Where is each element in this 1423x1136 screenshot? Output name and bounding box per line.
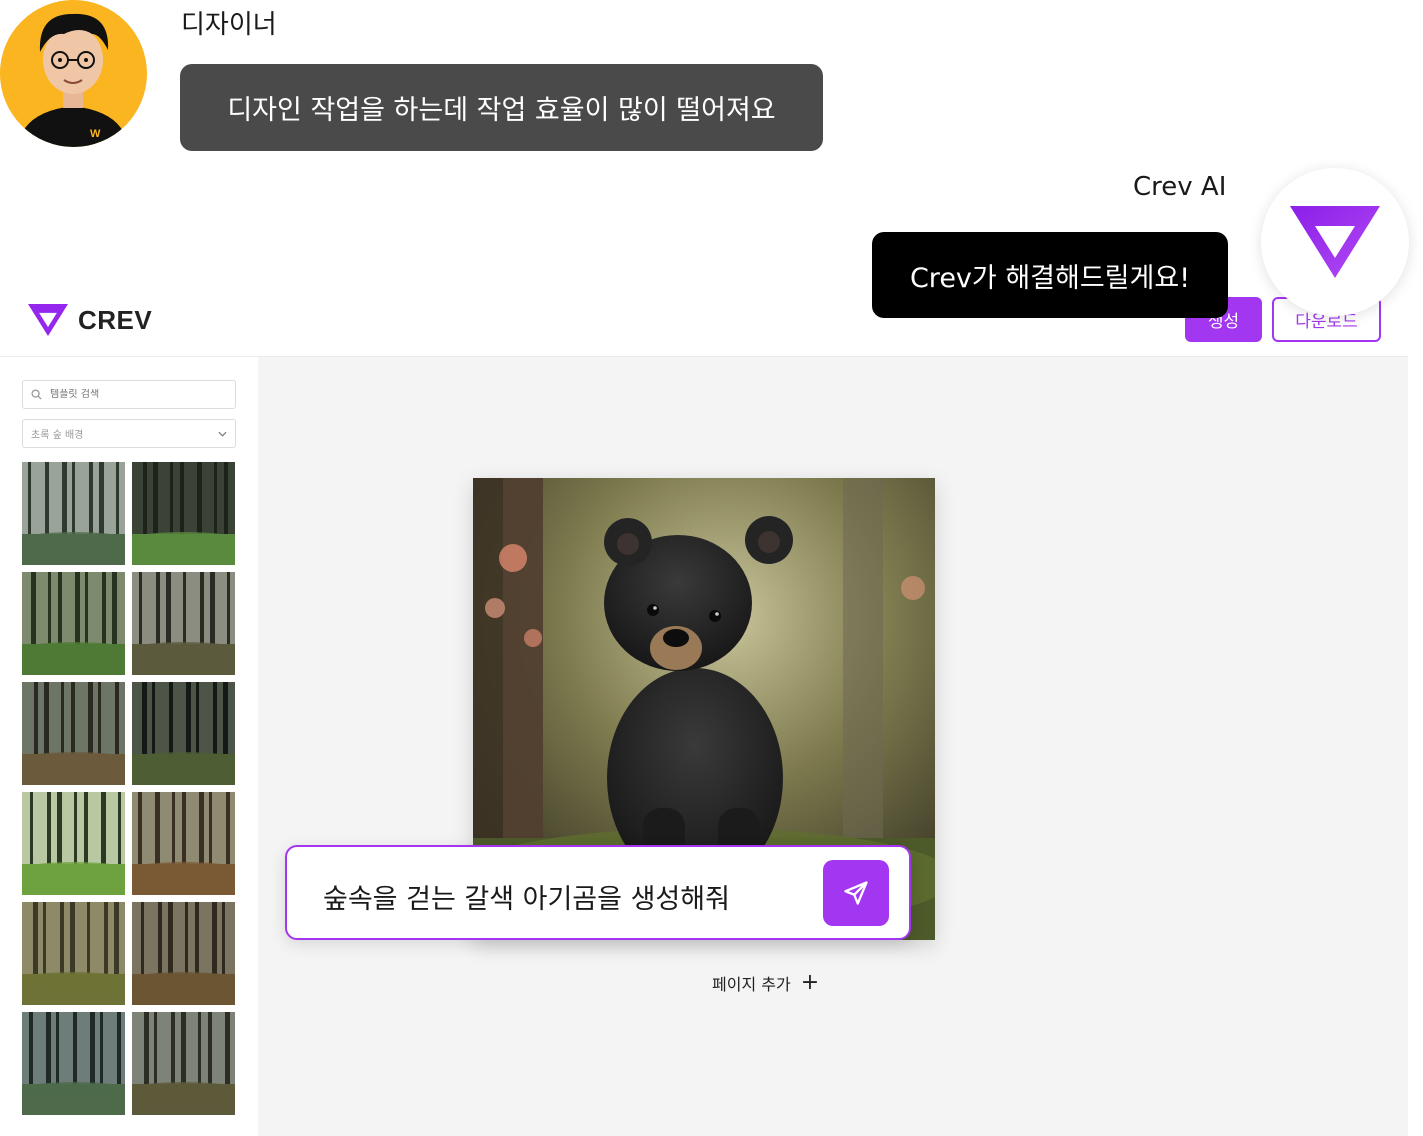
- search-icon: [31, 389, 42, 400]
- template-thumbnail[interactable]: [22, 572, 125, 675]
- crev-logo-icon: [28, 304, 68, 336]
- template-thumbnail[interactable]: [132, 462, 235, 565]
- user-message-text: 디자인 작업을 하는데 작업 효율이 많이 떨어져요: [227, 95, 776, 126]
- add-page-label: 페이지 추가: [712, 975, 791, 994]
- brand[interactable]: CREV: [28, 304, 152, 336]
- app-window: CREV 생성 다운로드 초록 숲 배경: [0, 282, 1408, 1136]
- brand-name: CREV: [78, 304, 153, 335]
- category-select[interactable]: 초록 숲 배경: [22, 419, 236, 448]
- template-thumbnail[interactable]: [22, 902, 125, 1005]
- editor-canvas: 페이지 추가 +: [258, 357, 1408, 1136]
- template-search-input[interactable]: [50, 389, 220, 400]
- ai-message-bubble: Crev가 해결해드릴게요!: [872, 232, 1228, 318]
- template-thumbnail[interactable]: [22, 792, 125, 895]
- ai-name: Crev AI: [1133, 172, 1227, 202]
- send-icon: [844, 881, 868, 905]
- crev-logo-icon: [1290, 206, 1380, 278]
- template-thumbnail[interactable]: [132, 1012, 235, 1115]
- user-message-bubble: 디자인 작업을 하는데 작업 효율이 많이 떨어져요: [180, 64, 823, 151]
- prompt-text[interactable]: 숲속을 걷는 갈색 아기곰을 생성해줘: [323, 877, 730, 916]
- template-thumbnail-grid: [22, 462, 236, 1115]
- user-avatar: W: [0, 0, 147, 147]
- template-sidebar: 초록 숲 배경: [0, 357, 258, 1136]
- add-page-button[interactable]: 페이지 추가 +: [712, 971, 819, 995]
- chevron-down-icon: [218, 431, 227, 437]
- svg-text:W: W: [90, 128, 101, 140]
- category-select-value: 초록 숲 배경: [31, 430, 84, 441]
- ai-avatar: [1261, 168, 1409, 316]
- template-thumbnail[interactable]: [22, 1012, 125, 1115]
- template-thumbnail[interactable]: [22, 682, 125, 785]
- plus-icon: +: [800, 970, 820, 995]
- template-thumbnail[interactable]: [22, 462, 125, 565]
- template-thumbnail[interactable]: [132, 902, 235, 1005]
- send-button[interactable]: [823, 860, 889, 926]
- user-name: 디자이너: [181, 10, 277, 40]
- template-search[interactable]: [22, 380, 236, 409]
- template-thumbnail[interactable]: [132, 682, 235, 785]
- template-thumbnail[interactable]: [132, 792, 235, 895]
- prompt-input[interactable]: 숲속을 걷는 갈색 아기곰을 생성해줘: [285, 845, 911, 940]
- template-thumbnail[interactable]: [132, 572, 235, 675]
- ai-message-text: Crev가 해결해드릴게요!: [909, 262, 1191, 294]
